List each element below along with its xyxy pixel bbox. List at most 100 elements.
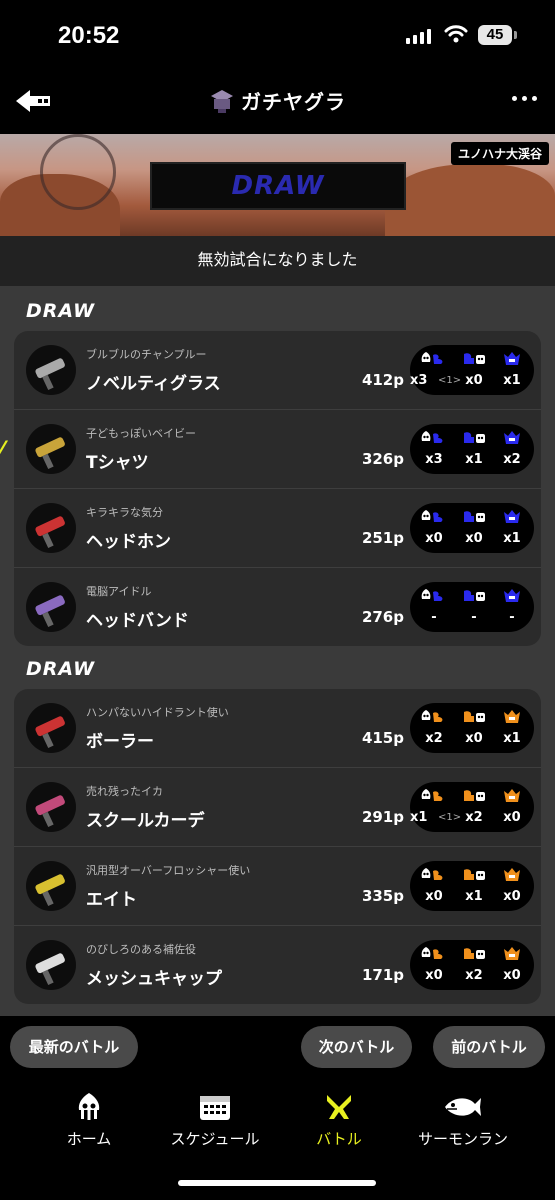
clock: 20:52 (58, 22, 120, 49)
kill-count: x0 (425, 968, 443, 983)
player-stats: x1 <1> x2 x0 (410, 782, 534, 832)
special-icon (460, 867, 488, 883)
player-points: 171p (361, 966, 404, 984)
player-points: 335p (361, 887, 404, 905)
special-use-count: x1 (503, 731, 521, 746)
player-title: 子どもっぽいベイビー (86, 427, 196, 440)
cellular-signal-icon (406, 28, 431, 44)
player-points: 415p (361, 729, 404, 747)
nav-title-group: ガチヤグラ (0, 86, 555, 115)
kill-count: - (431, 610, 437, 625)
special-use-icon (498, 351, 526, 367)
kill-count: x2 (425, 731, 443, 746)
kill-icon (420, 509, 448, 525)
player-name: Tシャツ (86, 453, 149, 473)
special-use-icon (498, 709, 526, 725)
special-stat: x0 (454, 503, 494, 553)
player-row[interactable]: キラキラな気分 ヘッドホン 251p x0 x0 x1 (14, 489, 541, 568)
kill-count: x3 (410, 373, 428, 388)
player-row[interactable]: 子どもっぽいベイビー Tシャツ 326p x3 x1 x2 (14, 410, 541, 489)
tower-control-icon (211, 89, 233, 113)
player-row[interactable]: ハンパないハイドラント使い ボーラー 415p x2 x0 x1 (14, 689, 541, 768)
player-stats: x3 <1> x0 x1 (410, 345, 534, 395)
player-stats: x0 x0 x1 (410, 503, 534, 553)
kill-count: x3 (425, 452, 443, 467)
player-stats: x3 x1 x2 (410, 424, 534, 474)
tab-battle-label: バトル (316, 1130, 362, 1148)
kill-icon (420, 588, 448, 604)
player-title: のびしろのある補佐役 (86, 943, 196, 956)
next-battle-button[interactable]: 次のバトル (301, 1026, 412, 1068)
tab-salmon-run-label: サーモンラン (417, 1130, 508, 1148)
special-stat: x2 (454, 940, 494, 990)
special-use-count: x0 (503, 810, 521, 825)
kill-count: x1 (410, 810, 428, 825)
tab-salmon-run[interactable]: サーモンラン (394, 1092, 532, 1149)
player-stats: x0 x1 x0 (410, 861, 534, 911)
player-stats: x0 x2 x0 (410, 940, 534, 990)
player-points: 251p (361, 529, 404, 547)
kill-icon (420, 709, 448, 725)
kill-stat: x0 (414, 861, 454, 911)
battle-navigation: 最新のバトル 次のバトル 前のバトル (0, 1016, 555, 1080)
special-icon (460, 588, 488, 604)
prev-battle-button[interactable]: 前のバトル (433, 1026, 545, 1068)
special-use-stat: x1 (492, 345, 532, 395)
special-stat: x2 (454, 782, 494, 832)
player-points: 291p (361, 808, 404, 826)
player-row[interactable]: 電脳アイドル ヘッドバンド 276p - - - (14, 568, 541, 646)
latest-battle-button[interactable]: 最新のバトル (10, 1026, 138, 1068)
special-use-count: - (509, 610, 515, 625)
tab-battle[interactable]: バトル (270, 1092, 408, 1149)
special-use-icon (498, 588, 526, 604)
player-row[interactable]: 汎用型オーバーフロッシャー使い エイト 335p x0 x1 x0 (14, 847, 541, 926)
special-count: - (471, 610, 477, 625)
player-row[interactable]: 売れ残ったイカ スクールカーデ 291p x1 <1> x2 x0 (14, 768, 541, 847)
player-row[interactable]: ブルブルのチャンプルー ノベルティグラス 412p x3 <1> x0 x1 (14, 331, 541, 410)
player-name: ノベルティグラス (86, 374, 221, 394)
special-use-icon (498, 867, 526, 883)
special-use-icon (498, 788, 526, 804)
weapon-icon (26, 345, 76, 395)
player-title: キラキラな気分 (86, 506, 163, 519)
team-1-header: DRAW (26, 300, 96, 322)
more-dots-icon[interactable] (512, 96, 537, 101)
special-count: x2 (465, 810, 483, 825)
player-stats: x2 x0 x1 (410, 703, 534, 753)
special-stat: - (454, 582, 494, 632)
kill-icon (420, 946, 448, 962)
kill-stat: x1 <1> (410, 782, 461, 832)
special-stat: x1 (454, 861, 494, 911)
special-use-stat: - (492, 582, 532, 632)
kill-stat: x0 (414, 503, 454, 553)
battle-icon (327, 1095, 351, 1119)
tab-schedule[interactable]: スケジュール (146, 1092, 284, 1149)
weapon-icon (26, 940, 76, 990)
special-count: x2 (465, 968, 483, 983)
player-title: 電脳アイドル (86, 585, 152, 598)
kill-stat: x3 (414, 424, 454, 474)
player-row[interactable]: のびしろのある補佐役 メッシュキャップ 171p x0 x2 x0 (14, 926, 541, 1004)
special-use-icon (498, 430, 526, 446)
player-name: ボーラー (86, 732, 154, 752)
special-icon (460, 351, 488, 367)
special-stat: x0 (454, 345, 494, 395)
kill-stat: x3 <1> (410, 345, 461, 395)
stage-banner: ユノハナ大渓谷 DRAW (0, 134, 555, 236)
result-label: DRAW (231, 171, 325, 201)
special-icon (460, 709, 488, 725)
special-use-count: x1 (503, 373, 521, 388)
player-name: スクールカーデ (86, 811, 205, 831)
weapon-icon (26, 582, 76, 632)
special-use-count: x0 (503, 889, 521, 904)
special-count: x1 (465, 889, 483, 904)
special-use-count: x1 (503, 531, 521, 546)
special-use-icon (498, 946, 526, 962)
player-points: 412p (361, 371, 404, 389)
stage-name: ユノハナ大渓谷 (450, 142, 549, 165)
tab-home[interactable]: ホーム (20, 1092, 158, 1149)
team-1-card: ブルブルのチャンプルー ノベルティグラス 412p x3 <1> x0 x1 子どもっぽいベイ… (14, 331, 541, 646)
team-2-header: DRAW (26, 658, 96, 680)
special-use-stat: x0 (492, 782, 532, 832)
kill-count: x0 (425, 889, 443, 904)
